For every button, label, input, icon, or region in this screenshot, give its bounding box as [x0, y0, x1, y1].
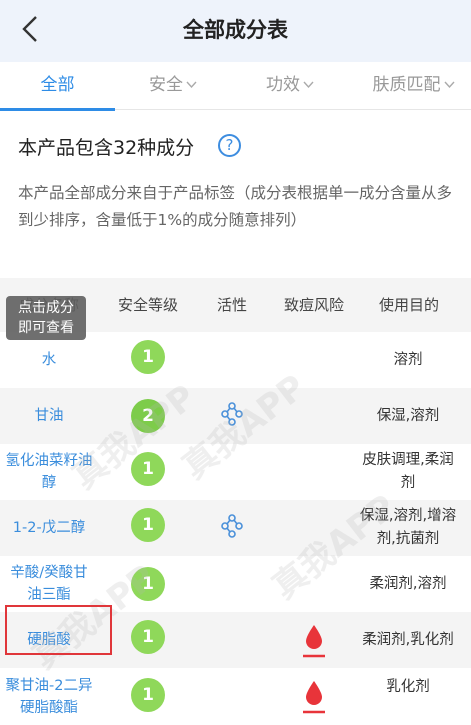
ingredient-name[interactable]: 水 [0, 332, 98, 388]
col-purpose-header: 使用目的 [378, 296, 439, 314]
safety-grade-badge: 2 [131, 399, 165, 433]
tab-skin-match-label: 肤质匹配 [372, 75, 441, 95]
hint-line-1: 点击成分 [18, 300, 74, 316]
safety-grade-badge: 1 [131, 620, 165, 654]
back-arrow-icon[interactable] [16, 14, 46, 44]
table-row[interactable]: 甘油 2 保湿,溶剂 [0, 388, 471, 444]
safety-grade-badge: 1 [131, 340, 165, 374]
molecule-icon [221, 402, 243, 426]
highlight-box [5, 605, 112, 655]
filter-tabs: 全部 安全 功效 肤质匹配 [0, 62, 471, 111]
safety-grade-badge: 1 [131, 567, 165, 601]
hint-line-2: 即可查看 [18, 320, 74, 336]
tab-efficacy-label: 功效 [266, 75, 300, 95]
table-row[interactable]: 1-2-戊二醇 1 保湿,溶剂,增溶剂,抗菌剂 [0, 500, 471, 556]
source-description: 本产品全部成分来自于产品标签（成分表根据单一成分含量从多到少排序，含量低于1%的… [18, 184, 453, 229]
usage-purpose: 皮肤调理,柔润剂 [362, 452, 454, 491]
ingredient-name[interactable]: 1-2-戊二醇 [0, 500, 98, 556]
tab-skin-match[interactable]: 肤质匹配 [356, 62, 471, 110]
help-icon[interactable]: ? [218, 134, 241, 157]
tab-efficacy[interactable]: 功效 [235, 62, 345, 110]
safety-grade-badge: 1 [131, 508, 165, 542]
table-row[interactable]: 水 1 溶剂 [0, 332, 471, 388]
hint-tooltip: 点击成分 即可查看 [6, 296, 86, 340]
table-row[interactable]: 氢化油菜籽油醇 1 皮肤调理,柔润剂 [0, 444, 471, 500]
tab-underline [0, 108, 115, 111]
ingredient-name[interactable]: 甘油 [0, 388, 98, 444]
ingredient-name[interactable]: 辛酸/癸酸甘油三酯 [0, 556, 98, 612]
top-bar: 全部成分表 [0, 0, 471, 62]
safety-grade-badge: 1 [131, 678, 165, 712]
tab-all[interactable]: 全部 [0, 62, 115, 111]
usage-purpose: 乳化剂 [386, 679, 430, 695]
tab-safety-label: 安全 [149, 75, 183, 95]
page-title: 全部成分表 [183, 18, 288, 42]
molecule-icon [221, 514, 243, 538]
col-acne-header: 致痘风险 [283, 296, 344, 314]
usage-purpose: 柔润剂,乳化剂 [362, 631, 454, 648]
table-row[interactable]: 聚甘油-2二异硬脂酸酯 1 乳化剂 [0, 668, 471, 725]
acne-risk-drop-icon [303, 681, 325, 714]
ingredient-count-title: 本产品包含32种成分 [18, 137, 195, 159]
col-grade-header: 安全等级 [117, 296, 178, 314]
ingredient-name[interactable]: 聚甘油-2二异硬脂酸酯 [0, 668, 98, 725]
safety-grade-badge: 1 [131, 452, 165, 486]
tab-all-label: 全部 [40, 75, 75, 95]
acne-risk-drop-icon [303, 625, 325, 658]
usage-purpose: 溶剂 [393, 351, 423, 368]
chevron-down-icon [303, 81, 314, 89]
chevron-down-icon [443, 81, 455, 89]
tab-safety[interactable]: 安全 [118, 62, 228, 110]
col-active-header: 活性 [216, 296, 247, 314]
usage-purpose: 柔润剂,溶剂 [369, 575, 447, 592]
ingredient-name[interactable]: 氢化油菜籽油醇 [0, 444, 98, 500]
chevron-down-icon [186, 81, 197, 89]
usage-purpose: 保湿,溶剂 [376, 407, 440, 424]
table-row[interactable]: 辛酸/癸酸甘油三酯 1 柔润剂,溶剂 [0, 556, 471, 612]
usage-purpose: 保湿,溶剂,增溶剂,抗菌剂 [359, 508, 457, 547]
